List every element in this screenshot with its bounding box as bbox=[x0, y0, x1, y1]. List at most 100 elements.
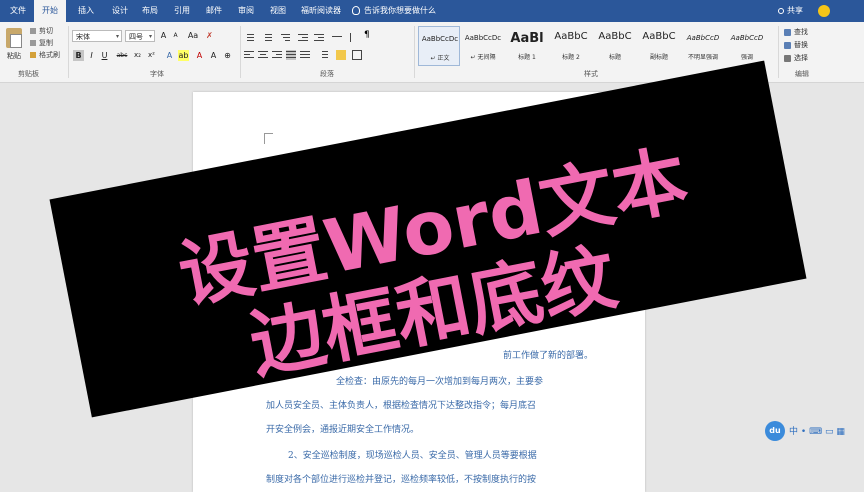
style-item[interactable]: AaBbC 副标题 bbox=[638, 26, 680, 66]
doc-line[interactable]: 开安全例会，通报近期安全工作情况。 bbox=[266, 422, 419, 435]
style-sample: AaBbC bbox=[598, 31, 632, 42]
style-sample: AaBbC bbox=[642, 31, 676, 42]
borders-icon[interactable] bbox=[352, 50, 362, 60]
paste-button[interactable]: 粘贴 bbox=[7, 51, 21, 61]
style-sample: AaBl bbox=[510, 31, 544, 46]
doc-line[interactable]: 加人员安全员、主体负责人，根据检查情况下达整改指令；每月底召 bbox=[266, 398, 536, 411]
tab-foxit-reader[interactable]: 福昕阅读器 bbox=[294, 0, 348, 22]
shading-icon[interactable] bbox=[336, 50, 346, 60]
baidu-ime-logo[interactable]: du bbox=[765, 421, 785, 441]
font-name-box[interactable]: 宋体 ▾ bbox=[72, 30, 122, 42]
screen-icon[interactable]: ▭ bbox=[825, 427, 834, 437]
doc-line[interactable]: 前工作做了新的部署。 bbox=[503, 348, 593, 361]
underline-button[interactable]: U bbox=[99, 50, 110, 61]
justify-icon[interactable] bbox=[286, 50, 296, 60]
style-name: 标题 1 bbox=[518, 54, 536, 61]
grow-font-button[interactable]: A bbox=[158, 30, 169, 41]
align-right-icon[interactable] bbox=[272, 50, 282, 60]
group-divider bbox=[68, 26, 69, 78]
tab-references[interactable]: 引用 bbox=[166, 0, 198, 22]
subscript-button[interactable]: x₂ bbox=[132, 50, 143, 61]
multilevel-list-icon[interactable] bbox=[280, 32, 290, 42]
font-name-value: 宋体 bbox=[76, 33, 90, 41]
align-center-icon[interactable] bbox=[258, 50, 268, 60]
punct-icon[interactable]: • bbox=[801, 427, 806, 437]
line-spacing-icon[interactable] bbox=[318, 50, 328, 60]
replace-label: 替换 bbox=[794, 41, 808, 49]
group-label-font: 字体 bbox=[150, 70, 164, 78]
paste-icon[interactable] bbox=[6, 28, 22, 48]
group-divider bbox=[414, 26, 415, 78]
shrink-font-button[interactable]: A bbox=[170, 30, 181, 41]
group-divider bbox=[240, 26, 241, 78]
numbering-icon[interactable] bbox=[262, 32, 272, 42]
change-case-button[interactable]: Aa bbox=[186, 30, 200, 41]
tab-home[interactable]: 开始 bbox=[34, 0, 66, 22]
style-sample: AaBbCcD bbox=[686, 34, 720, 42]
decrease-indent-icon[interactable] bbox=[298, 32, 308, 42]
tab-mailings[interactable]: 邮件 bbox=[198, 0, 230, 22]
ime-toolbar[interactable]: 中 • ⌨ ▭ ▦ bbox=[789, 424, 845, 437]
scissors-icon bbox=[30, 28, 36, 34]
format-painter-button[interactable]: 格式刷 bbox=[30, 50, 60, 60]
superscript-button[interactable]: x² bbox=[146, 50, 157, 61]
increase-indent-icon[interactable] bbox=[314, 32, 324, 42]
copy-button[interactable]: 复制 bbox=[30, 38, 53, 48]
ime-lang[interactable]: 中 bbox=[789, 427, 798, 437]
tab-layout[interactable]: 布局 bbox=[134, 0, 166, 22]
chinese-layout-icon[interactable] bbox=[332, 32, 342, 42]
doc-line[interactable]: 制度对各个部位进行巡检并登记，巡检频率较低，不按制度执行的按 bbox=[266, 472, 536, 485]
select-label: 选择 bbox=[794, 54, 808, 62]
cut-button[interactable]: 剪切 bbox=[30, 26, 53, 36]
strikethrough-button[interactable]: abc bbox=[114, 50, 130, 61]
font-size-box[interactable]: 四号 ▾ bbox=[125, 30, 155, 42]
tab-view[interactable]: 视图 bbox=[262, 0, 294, 22]
style-sample: AaBbCcDc bbox=[421, 35, 459, 43]
font-color-icon[interactable]: A bbox=[194, 50, 205, 61]
highlight-icon[interactable]: ab bbox=[178, 50, 189, 61]
show-marks-icon[interactable]: ¶ bbox=[364, 30, 374, 42]
char-shading-icon[interactable]: A bbox=[208, 50, 219, 61]
tab-file[interactable]: 文件 bbox=[4, 0, 32, 22]
clear-format-icon[interactable]: ✗ bbox=[204, 30, 215, 41]
style-item[interactable]: AaBbC 标题 bbox=[594, 26, 636, 66]
tab-insert[interactable]: 插入 bbox=[70, 0, 102, 22]
distributed-icon[interactable] bbox=[300, 50, 310, 60]
style-item[interactable]: AaBbCcDc ↵ 无间隔 bbox=[462, 26, 504, 66]
margin-corner-mark bbox=[264, 133, 273, 144]
style-item[interactable]: AaBbCcD 不明显强调 bbox=[682, 26, 724, 66]
doc-line[interactable]: 2、安全巡检制度，现场巡检人员、安全员、管理人员等要根据 bbox=[288, 448, 537, 461]
doc-line[interactable]: 全检查：由原先的每月一次增加到每月两次，主要参 bbox=[336, 374, 543, 387]
group-label-paragraph: 段落 bbox=[320, 70, 334, 78]
chevron-down-icon[interactable]: ▾ bbox=[149, 31, 152, 43]
align-left-icon[interactable] bbox=[244, 50, 254, 60]
style-item[interactable]: AaBl 标题 1 bbox=[506, 26, 548, 66]
share-button[interactable]: 共享 bbox=[778, 0, 803, 22]
tab-design[interactable]: 设计 bbox=[104, 0, 136, 22]
group-label-clipboard: 剪贴板 bbox=[18, 70, 39, 78]
sort-icon[interactable] bbox=[348, 32, 358, 42]
text-effects-icon[interactable]: A bbox=[164, 50, 175, 61]
bullets-icon[interactable] bbox=[244, 32, 254, 42]
enclose-char-icon[interactable]: ⊕ bbox=[222, 50, 233, 61]
brush-icon bbox=[30, 52, 36, 58]
search-icon bbox=[784, 28, 791, 36]
smiley-feedback-icon[interactable] bbox=[818, 5, 830, 17]
grid-icon[interactable]: ▦ bbox=[836, 427, 845, 437]
tell-me-box[interactable]: 告诉我你想要做什么 bbox=[352, 0, 436, 22]
tell-me-text: 告诉我你想要做什么 bbox=[364, 6, 436, 15]
style-item[interactable]: AaBbCcDc ↵ 正文 bbox=[418, 26, 460, 66]
find-button[interactable]: 查找 bbox=[784, 27, 808, 37]
cut-label: 剪切 bbox=[39, 27, 53, 35]
italic-button[interactable]: I bbox=[86, 50, 97, 61]
replace-button[interactable]: 替换 bbox=[784, 40, 808, 50]
format-painter-label: 格式刷 bbox=[39, 51, 60, 59]
share-label: 共享 bbox=[787, 6, 803, 15]
bold-button[interactable]: B bbox=[73, 50, 84, 61]
copy-icon bbox=[30, 40, 36, 46]
keyboard-icon[interactable]: ⌨ bbox=[809, 427, 822, 437]
select-button[interactable]: 选择 bbox=[784, 53, 808, 63]
chevron-down-icon[interactable]: ▾ bbox=[116, 31, 119, 43]
tab-review[interactable]: 审阅 bbox=[230, 0, 262, 22]
style-item[interactable]: AaBbC 标题 2 bbox=[550, 26, 592, 66]
